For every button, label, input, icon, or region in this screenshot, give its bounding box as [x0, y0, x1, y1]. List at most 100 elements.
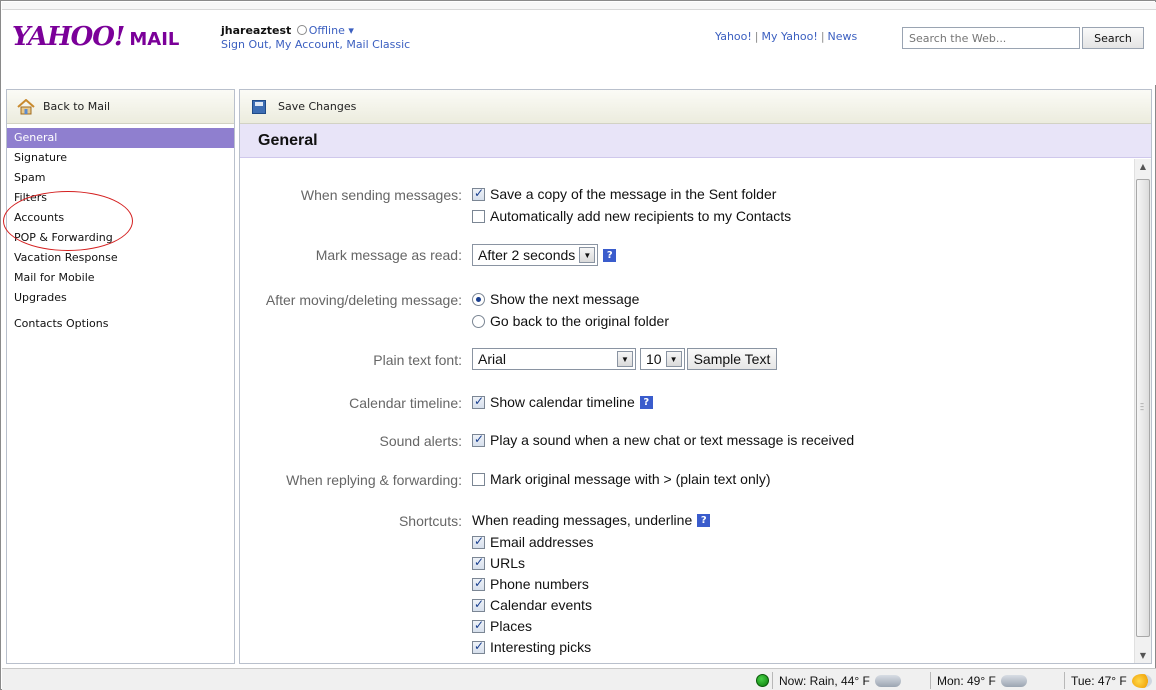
scroll-up-icon[interactable]: ▲	[1135, 159, 1151, 175]
weather-now-text: Now: Rain, 44° F	[779, 673, 870, 688]
show-next-radio[interactable]	[472, 292, 485, 306]
rain-cloud-icon	[1000, 674, 1027, 687]
top-strip	[2, 2, 1156, 10]
sidebar-item-spam[interactable]: Spam	[7, 168, 234, 188]
scroll-down-icon[interactable]: ▼	[1135, 648, 1151, 663]
help-icon[interactable]: ?	[603, 248, 617, 262]
toolbar: Save Changes	[240, 90, 1151, 124]
top-links: Yahoo! | My Yahoo! | News	[715, 30, 858, 43]
weather-tue[interactable]: Tue: 47° F	[1064, 672, 1152, 689]
chevron-down-icon: ▼	[617, 351, 633, 367]
shortcut-urls[interactable]: URLs	[472, 555, 525, 571]
status-bar: Now: Rain, 44° F Mon: 49° F Tue: 47° F	[2, 668, 1156, 690]
logo-mail-text: MAIL	[129, 29, 180, 50]
cloud-icon	[874, 674, 901, 687]
sidebar-item-mail-for-mobile[interactable]: Mail for Mobile	[7, 268, 234, 288]
sidebar-item-upgrades[interactable]: Upgrades	[7, 288, 234, 308]
weather-mon[interactable]: Mon: 49° F	[930, 672, 1027, 689]
main-panel: Save Changes General When sending messag…	[239, 89, 1152, 664]
mark-read-control: After 2 seconds ▼ ?	[472, 244, 617, 266]
link-news[interactable]: News	[828, 30, 858, 43]
shortcut-email[interactable]: Email addresses	[472, 534, 594, 550]
shortcut-urls-checkbox[interactable]	[472, 555, 485, 570]
shortcut-picks-label: Interesting picks	[490, 639, 592, 655]
shortcut-phone-checkbox[interactable]	[472, 576, 485, 591]
shortcut-email-checkbox[interactable]	[472, 534, 485, 549]
font-family-value: Arial	[478, 351, 507, 367]
sidebar-item-general[interactable]: General	[7, 128, 234, 148]
mark-read-label: Mark message as read:	[315, 247, 462, 263]
browser-frame: YAHOO! MAIL jhareaztest Offline ▾ Sign O…	[0, 0, 1156, 690]
show-next-label: Show the next message	[490, 291, 640, 307]
sound-option-label: Play a sound when a new chat or text mes…	[490, 432, 855, 448]
calendar-option-label: Show calendar timeline	[490, 394, 635, 410]
help-icon[interactable]: ?	[697, 513, 711, 527]
online-indicator-icon	[756, 674, 769, 687]
shortcut-calendar[interactable]: Calendar events	[472, 597, 592, 613]
shortcut-calendar-label: Calendar events	[490, 597, 592, 613]
header: YAHOO! MAIL jhareaztest Offline ▾ Sign O…	[2, 2, 1156, 85]
shortcut-picks[interactable]: Interesting picks	[472, 639, 591, 655]
sidebar: Back to Mail General Signature Spam Filt…	[3, 89, 235, 664]
user-block: jhareaztest Offline ▾ Sign Out, My Accou…	[221, 24, 410, 52]
yahoo-mail-logo[interactable]: YAHOO! MAIL	[12, 22, 179, 52]
go-back-radio[interactable]	[472, 314, 485, 328]
shortcuts-label: Shortcuts:	[398, 513, 462, 529]
link-my-yahoo[interactable]: My Yahoo!	[762, 30, 818, 43]
calendar-option[interactable]: Show calendar timeline ?	[472, 394, 653, 410]
go-back-label: Go back to the original folder	[490, 313, 669, 329]
page-title: General	[240, 124, 1151, 158]
shortcut-calendar-checkbox[interactable]	[472, 597, 485, 612]
auto-add-contacts-checkbox[interactable]	[472, 209, 485, 223]
partly-sunny-icon	[1131, 673, 1152, 688]
scroll-thumb[interactable]: – – –	[1136, 179, 1150, 637]
auto-add-contacts-option[interactable]: Automatically add new recipients to my C…	[472, 208, 791, 224]
mark-read-select[interactable]: After 2 seconds ▼	[472, 244, 599, 266]
sound-option[interactable]: Play a sound when a new chat or text mes…	[472, 432, 854, 448]
account-links[interactable]: Sign Out, My Account, Mail Classic	[221, 38, 410, 52]
grip-icon: – – –	[1140, 399, 1144, 414]
sidebar-item-vacation-response[interactable]: Vacation Response	[7, 248, 234, 268]
back-to-mail-button[interactable]: Back to Mail	[7, 90, 234, 124]
vertical-scrollbar[interactable]: ▲ – – – ▼	[1134, 159, 1151, 663]
save-icon	[252, 99, 266, 114]
replying-option[interactable]: Mark original message with > (plain text…	[472, 471, 771, 487]
shortcut-urls-label: URLs	[490, 555, 526, 571]
sidebar-item-contacts-options[interactable]: Contacts Options	[7, 314, 234, 334]
status-dropdown[interactable]: Offline ▾	[309, 24, 354, 37]
font-size-value: 10	[646, 351, 662, 367]
shortcut-phone[interactable]: Phone numbers	[472, 576, 589, 592]
save-copy-checkbox[interactable]	[472, 186, 485, 201]
help-icon[interactable]: ?	[639, 395, 653, 409]
go-back-option[interactable]: Go back to the original folder	[472, 313, 669, 329]
mark-original-checkbox[interactable]	[472, 472, 485, 486]
back-to-mail-label: Back to Mail	[43, 100, 111, 113]
shortcut-picks-checkbox[interactable]	[472, 639, 485, 654]
calendar-label: Calendar timeline:	[349, 395, 462, 411]
shortcut-places-checkbox[interactable]	[472, 618, 485, 633]
save-changes-button[interactable]: Save Changes	[278, 100, 356, 113]
chevron-down-icon: ▼	[665, 351, 682, 367]
sound-checkbox[interactable]	[472, 432, 485, 447]
shortcut-places[interactable]: Places	[472, 618, 532, 634]
sidebar-item-signature[interactable]: Signature	[7, 148, 234, 168]
link-yahoo[interactable]: Yahoo!	[715, 30, 752, 43]
mark-read-value: After 2 seconds	[478, 247, 576, 263]
auto-add-contacts-label: Automatically add new recipients to my C…	[490, 208, 792, 224]
annotation-circle	[3, 191, 133, 251]
show-next-option[interactable]: Show the next message	[472, 291, 639, 307]
calendar-checkbox[interactable]	[472, 394, 485, 409]
weather-tue-text: Tue: 47° F	[1071, 673, 1127, 688]
font-family-select[interactable]: Arial ▼	[472, 348, 636, 370]
shortcut-phone-label: Phone numbers	[490, 576, 589, 592]
home-icon	[17, 98, 35, 114]
weather-now[interactable]: Now: Rain, 44° F	[772, 672, 901, 689]
shortcut-places-label: Places	[490, 618, 533, 634]
after-moving-label: After moving/deleting message:	[265, 292, 462, 308]
search-button[interactable]: Search	[1082, 27, 1144, 49]
shortcut-email-label: Email addresses	[490, 534, 594, 550]
save-copy-option[interactable]: Save a copy of the message in the Sent f…	[472, 186, 776, 202]
search-input[interactable]	[902, 27, 1080, 49]
sample-text-button[interactable]: Sample Text	[686, 348, 778, 370]
font-size-select[interactable]: 10 ▼	[640, 348, 685, 370]
